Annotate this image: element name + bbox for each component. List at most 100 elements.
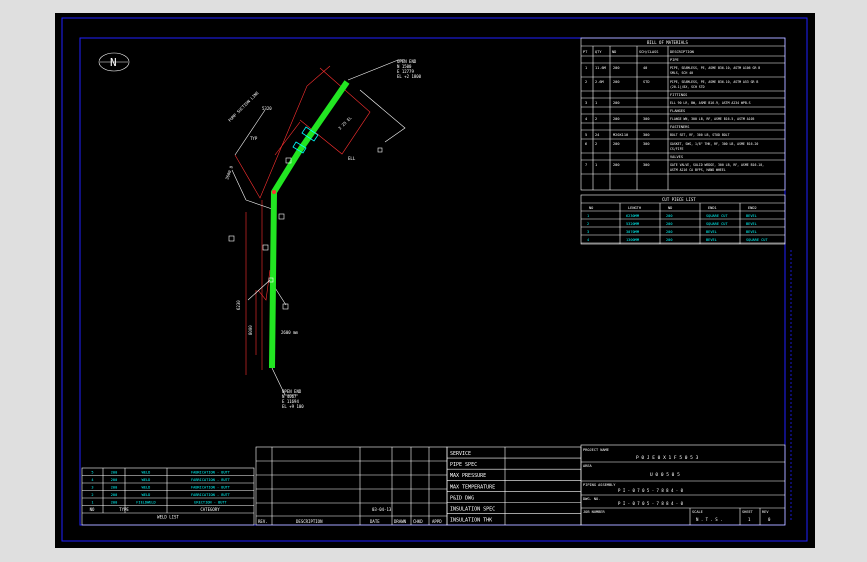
cut-cell: 2 bbox=[587, 222, 589, 226]
cut-cell: 200 bbox=[666, 222, 673, 226]
weld-header-cell: TYPE bbox=[119, 507, 129, 512]
bom-cell-nd: 200 bbox=[613, 117, 620, 121]
piping-value: P I - 0 7 0 5 - 7 8 8 4 - 0 bbox=[618, 488, 684, 493]
dim-label-3: 6230 bbox=[236, 300, 241, 310]
cut-cell: 200 bbox=[666, 238, 673, 242]
rev-header-cell: DRAWN bbox=[394, 519, 407, 524]
cut-cell: SQUARE CUT bbox=[706, 214, 728, 218]
bom-cell-pt: 3 bbox=[585, 101, 587, 105]
rev-header-cell: REV. bbox=[258, 519, 268, 524]
bom-cell-sch: 300 bbox=[643, 163, 650, 167]
top-end-label-4: EL +2 1800 bbox=[397, 74, 422, 79]
job-label: JOB NUMBER bbox=[583, 510, 605, 514]
weld-list: 5 200 WELD FABRICATION - BUTT 4 200 WELD FABRIC… bbox=[81, 467, 255, 526]
spec-label: MAX PRESSURE bbox=[450, 473, 486, 479]
bom-cell-desc: GASKET, SWG, 1/8" THK, RF, 300 LB, ASME … bbox=[670, 142, 758, 146]
dwg-label: DWG. NO. bbox=[583, 497, 600, 501]
cut-cell: SQUARE CUT bbox=[706, 222, 728, 226]
bom-cell-qty: 1 bbox=[595, 101, 597, 105]
bom-header-cell: PT bbox=[583, 50, 588, 54]
bom-cell-sch: 300 bbox=[643, 142, 650, 146]
outer-frame bbox=[61, 17, 808, 542]
weld-cell: 1 bbox=[91, 501, 93, 505]
area-value: U 0 0 5 0 5 bbox=[650, 472, 680, 478]
bom-cell-desc: CS/FIFE bbox=[670, 147, 684, 151]
bom-cell-qty: 2.6M bbox=[595, 80, 604, 84]
bom-cell-pt: 7 bbox=[585, 163, 587, 167]
iso-annotations: OPEN END N 1500 E 12779 EL +2 1800 OPEN … bbox=[224, 59, 421, 409]
scale-label: SCALE bbox=[692, 510, 703, 514]
bom-cell-desc: ELL 90 LR, BW, ASME B16.9, ASTM A234 WPB… bbox=[670, 101, 751, 105]
bom-cell-pt: 4 bbox=[585, 117, 587, 121]
bom-cell-desc: ASTM A216 CA BYPS, HAND WHEEL bbox=[670, 168, 726, 172]
weld-cell: FABRICATION - BUTT bbox=[191, 486, 231, 490]
bom-cell-pt: 1 bbox=[585, 66, 587, 70]
elbow-tag: ELL bbox=[348, 156, 356, 161]
weld-cell: FABRICATION - BUTT bbox=[191, 493, 231, 497]
rev-header-cell: DATE bbox=[370, 519, 380, 524]
weld-header-cell: NO bbox=[90, 507, 95, 512]
bom-cell-nd: 200 bbox=[613, 66, 620, 70]
cut-cell: BEVEL bbox=[746, 222, 757, 226]
bom-header-cell: SCH/CLASS bbox=[639, 50, 658, 54]
cut-cell: BEVEL bbox=[706, 230, 717, 234]
dimension-lines bbox=[234, 65, 371, 375]
spec-label: MAX TEMPERATURE bbox=[450, 484, 495, 490]
scale-value: N . T . S . bbox=[696, 517, 723, 522]
bom-cell-sch: 300 bbox=[643, 117, 650, 121]
project-value: P 0 J E 0 X 1 F 5 0 5 3 bbox=[636, 455, 699, 461]
bom-cell-qty: 24 bbox=[595, 133, 599, 137]
bom-cell-qty: 2 bbox=[595, 142, 597, 146]
spec-label: P&ID DWG bbox=[450, 495, 474, 501]
bom-title: BILL OF MATERIALS bbox=[647, 40, 689, 45]
revision-entry: 03-04-13 bbox=[372, 507, 392, 512]
bom-cell-nd: 200 bbox=[613, 80, 620, 84]
cut-cell: 1 bbox=[587, 214, 589, 218]
bom-cell-pt: 5 bbox=[585, 133, 587, 137]
bom-cell-desc: PIPE, SEAMLESS, PE, ASME B36.10, ASTM A5… bbox=[670, 80, 758, 84]
cut-cell: 1300MM bbox=[626, 238, 640, 242]
bom-cell-nd: 200 bbox=[613, 163, 620, 167]
bom-section-label: FLANGES bbox=[670, 109, 685, 113]
cut-cell: SQUARE CUT bbox=[746, 238, 768, 242]
cut-cell: 3070MM bbox=[626, 230, 640, 234]
side-note-1: PUMP SUCTION LINE bbox=[227, 90, 260, 123]
isometric-drawing: N OPEN END N 1500 E 12779 EL +2 1800 OPE… bbox=[61, 17, 808, 542]
cut-list-title: CUT PIECE LIST bbox=[662, 197, 696, 202]
weld-cell: 3 bbox=[91, 486, 93, 490]
rev-header-cell: DESCRIPTION bbox=[296, 519, 323, 524]
bom-header-cell: ND bbox=[612, 50, 616, 54]
cut-cell: 200 bbox=[666, 214, 673, 218]
dim-label-2: 5320 bbox=[262, 106, 272, 111]
cut-cell: 4 bbox=[587, 238, 589, 242]
bom-cell-sch: 40 bbox=[643, 66, 647, 70]
dim-label-1: 2600 mm bbox=[281, 330, 298, 335]
bom-cell-desc: PIPE, SEAMLESS, PE, ASME B36.10, ASTM A1… bbox=[670, 66, 760, 70]
north-label: N bbox=[110, 56, 117, 69]
cut-header-cell: ND bbox=[668, 206, 672, 210]
weld-cell: WELD bbox=[142, 486, 151, 490]
bottom-end-label-4: EL +9 100 bbox=[282, 404, 304, 409]
project-label: PROJECT NAME bbox=[583, 448, 609, 452]
bom-cell-pt: 2 bbox=[585, 80, 587, 84]
weld-list-title: WELD LIST bbox=[157, 515, 179, 520]
title-block: PROJECT NAME P 0 J E 0 X 1 F 5 0 5 3 ARE… bbox=[580, 444, 786, 526]
bom-cell-qty: 1 bbox=[595, 163, 597, 167]
side-note-2: TYP bbox=[250, 136, 258, 141]
rev-value: 0 bbox=[768, 517, 771, 522]
weld-cell: FABRICATION - BUTT bbox=[191, 471, 231, 475]
bom-header-cell: DESCRIPTION bbox=[670, 50, 694, 54]
revision-block: 03-04-13 REV. DESCRIPTION DATE DRAWN CHKD APP… bbox=[255, 446, 448, 526]
rev-header-cell: APPD bbox=[432, 519, 442, 524]
cut-cell: BEVEL bbox=[746, 214, 757, 218]
bom-cell-qty: 2 bbox=[595, 117, 597, 121]
spec-label: SERVICE bbox=[450, 451, 471, 457]
weld-cell: 200 bbox=[111, 478, 118, 482]
bom-cell-desc: FLANGE WN, 300 LB, RF, ASME B16.5, ASTM … bbox=[670, 117, 755, 121]
weld-cell: WELD bbox=[142, 493, 151, 497]
bom-cell-sch: STD bbox=[643, 80, 650, 84]
dwg-value: P I - 0 7 0 5 - 7 8 8 4 - 0 bbox=[618, 501, 684, 506]
pipe-centerline bbox=[269, 80, 350, 369]
bom-cell-pt: 6 bbox=[585, 142, 587, 146]
area-label: AREA bbox=[583, 464, 592, 468]
